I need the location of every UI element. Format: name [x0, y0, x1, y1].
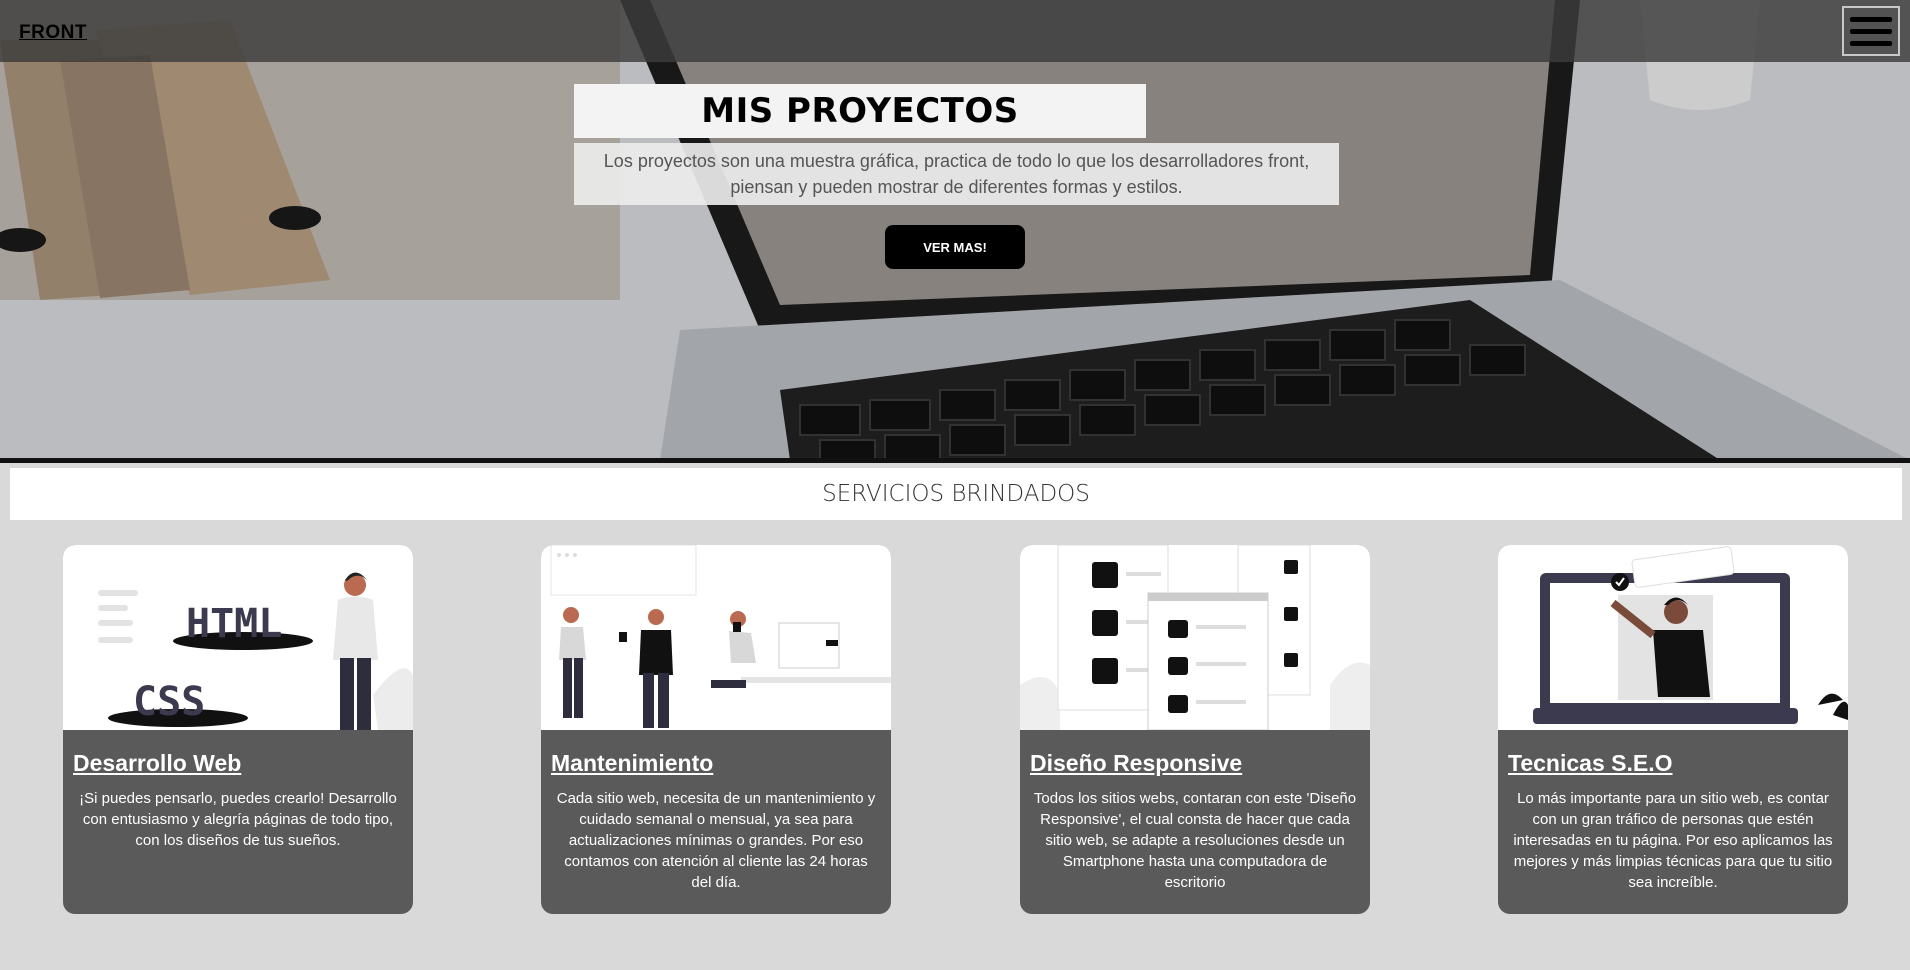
card-title-mantenimiento[interactable]: Mantenimiento — [551, 750, 713, 777]
card-title-desarrollo-web[interactable]: Desarrollo Web — [73, 750, 241, 777]
svg-text:HTML: HTML — [186, 601, 282, 647]
service-card-diseno-responsive: Diseño Responsive Todos los sitios webs,… — [1020, 545, 1370, 914]
web-development-illustration: HTML CSS — [63, 545, 413, 730]
hero-description-box: Los proyectos son una muestra gráfica, p… — [574, 143, 1339, 205]
brand-link[interactable]: FRONT — [19, 22, 87, 44]
card-text-tecnicas-seo: Lo más importante para un sitio web, es … — [1513, 790, 1833, 891]
hero-title-box: MIS PROYECTOS — [574, 84, 1146, 138]
service-card-desarrollo-web: HTML CSS Desarrollo Web ¡Si puedes pensa… — [63, 545, 413, 914]
hamburger-icon — [1850, 16, 1892, 22]
responsive-design-illustration — [1020, 545, 1370, 730]
ver-mas-button[interactable]: VER MAS! — [885, 225, 1025, 269]
services-heading: SERVICIOS BRINDADOS — [822, 481, 1090, 507]
hero-description: Los proyectos son una muestra gráfica, p… — [603, 151, 1310, 197]
card-text-desarrollo-web: ¡Si puedes pensarlo, puedes crearlo! Des… — [79, 790, 397, 849]
service-card-tecnicas-seo: Tecnicas S.E.O Lo más importante para un… — [1498, 545, 1848, 914]
seo-illustration — [1498, 545, 1848, 730]
svg-text:CSS: CSS — [133, 679, 205, 725]
service-card-mantenimiento: Mantenimiento Cada sitio web, necesita d… — [541, 545, 891, 914]
hero-divider — [0, 458, 1910, 463]
hero-section: FRONT MIS PROYECTOS Los proyectos son un… — [0, 0, 1910, 460]
card-text-diseno-responsive: Todos los sitios webs, contaran con este… — [1033, 790, 1357, 891]
hamburger-menu-button[interactable] — [1842, 6, 1900, 56]
services-heading-bar: SERVICIOS BRINDADOS — [10, 468, 1902, 520]
hero-title: MIS PROYECTOS — [701, 91, 1019, 131]
maintenance-illustration — [541, 545, 891, 730]
card-title-tecnicas-seo[interactable]: Tecnicas S.E.O — [1508, 750, 1672, 777]
card-title-diseno-responsive[interactable]: Diseño Responsive — [1030, 750, 1242, 777]
top-navbar: FRONT — [0, 0, 1910, 62]
card-text-mantenimiento: Cada sitio web, necesita de un mantenimi… — [556, 790, 876, 891]
